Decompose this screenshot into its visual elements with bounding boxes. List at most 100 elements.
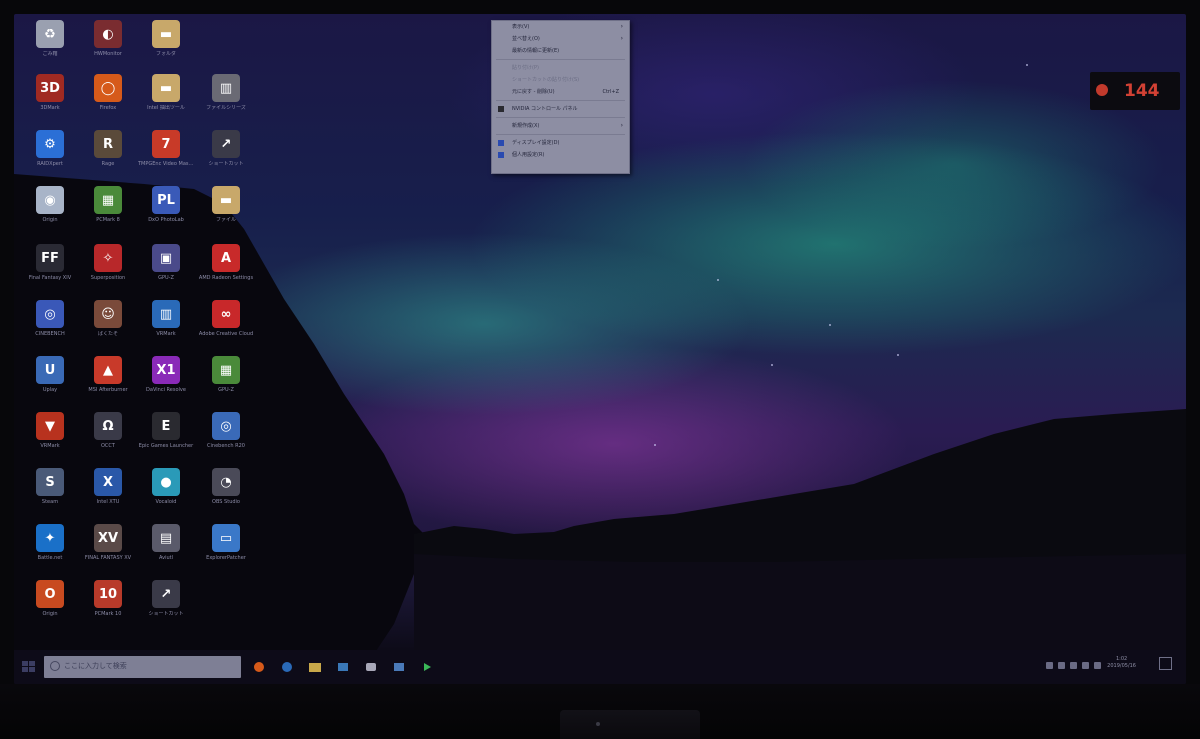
pcmark-icon[interactable]: ▦ PCMark 8 (80, 186, 136, 223)
xtu-icon[interactable]: X Intel XTU (80, 468, 136, 505)
volume-icon[interactable] (1082, 662, 1089, 669)
app-icon[interactable]: ☺ ぱくたそ (80, 300, 136, 337)
clock-time: 1:02 (1115, 656, 1128, 662)
taskbar-search-box[interactable]: ここに入力して検索 (44, 656, 241, 678)
app-taskbar-icon[interactable] (334, 658, 352, 676)
dxo-icon[interactable]: PL DxO PhotoLab (138, 186, 194, 223)
folder-icon[interactable]: ▬ Intel 抽出ツール (138, 74, 194, 111)
icon-label: GPU-Z (158, 275, 174, 281)
shortcut-icon[interactable]: ↗ ショートカット (138, 580, 194, 617)
menu-item-label: 新規作成(X) (512, 123, 540, 129)
icon-label: VRMark (156, 331, 176, 337)
battlenet-icon[interactable]: ✦ Battle.net (22, 524, 78, 561)
chevron-right-icon: › (620, 122, 623, 129)
app-icon[interactable]: R Rage (80, 130, 136, 167)
firefox-taskbar-icon[interactable] (250, 658, 268, 676)
3dmark-icon[interactable]: 3D 3DMark (22, 74, 78, 111)
menu-item-nvidia-control-panel[interactable]: NVIDIA コントロール パネル (492, 103, 629, 115)
icon-label: Firefox (99, 105, 117, 111)
ffxv-icon[interactable]: XV FINAL FANTASY XV (80, 524, 136, 561)
menu-item-personalize[interactable]: 個人用設定(R) (492, 149, 629, 161)
menu-separator (496, 59, 625, 60)
menu-item-label: 個人用設定(R) (512, 152, 545, 158)
cinebench-icon[interactable]: ◎ CINEBENCH (22, 300, 78, 337)
occt-icon[interactable]: Ω OCCT (80, 412, 136, 449)
resolve-icon[interactable]: X1 DaVinci Resolve (138, 356, 194, 393)
vrmark-icon[interactable]: ▼ VRMark (22, 412, 78, 449)
menu-item-label: 最新の情報に更新(E) (512, 48, 560, 54)
menu-item-refresh[interactable]: 最新の情報に更新(E) (492, 45, 629, 57)
settings-gear-icon[interactable]: ⚙ RAIDXpert (22, 130, 78, 167)
cinebench2-icon[interactable]: ◎ Cinebench R20 (198, 412, 254, 449)
menu-item-sort[interactable]: 並べ替え(O) › (492, 33, 629, 45)
explorer-icon[interactable]: ▭ ExplorerPatcher (198, 524, 254, 561)
recycle-bin-icon[interactable]: ♻ ごみ箱 (22, 20, 78, 57)
firefox-icon[interactable]: ◯ Firefox (80, 74, 136, 111)
origin-icon[interactable]: O Origin (22, 580, 78, 617)
icon-label: AMD Radeon Settings (198, 275, 254, 281)
chat-taskbar-icon[interactable] (362, 658, 380, 676)
icon-label: ぱくたそ (97, 331, 118, 337)
folder-icon[interactable]: ▬ フォルダ (138, 20, 194, 57)
display-icon (498, 140, 504, 146)
ime-icon[interactable] (1094, 662, 1101, 669)
clock-date: 2019/05/16 (1107, 663, 1136, 669)
taskbar-clock[interactable]: 1:02 2019/05/16 (1107, 656, 1136, 670)
adobe-icon[interactable]: ∞ Adobe Creative Cloud (198, 300, 254, 337)
windows-logo-icon (29, 667, 35, 672)
icon-label: GPU-Z (218, 387, 234, 393)
store-taskbar-icon[interactable] (390, 658, 408, 676)
menu-item-undo-delete[interactable]: 元に戻す - 削除(U) Ctrl+Z (492, 86, 629, 98)
taskbar: ここに入力して検索 1:02 2019/05/16 (14, 650, 1186, 684)
icon-label: PCMark 8 (96, 217, 120, 223)
edge-taskbar-icon[interactable] (278, 658, 296, 676)
afterburner-icon[interactable]: ▲ MSI Afterburner (80, 356, 136, 393)
onedrive-icon[interactable] (1058, 662, 1065, 669)
icon-label: PCMark 10 (94, 611, 122, 617)
hwmonitor-icon[interactable]: ◐ HWMonitor (80, 20, 136, 57)
menu-separator (496, 117, 625, 118)
notification-icon[interactable] (1159, 657, 1172, 670)
film-icon[interactable]: ▥ ファイルシリーズ (198, 74, 254, 111)
menu-item-paste: 貼り付け(P) (492, 62, 629, 74)
icon-label: Superposition (90, 275, 126, 281)
gpuz-icon[interactable]: ▣ GPU-Z (138, 244, 194, 281)
epic-icon[interactable]: E Epic Games Launcher (138, 412, 194, 449)
icon-label: Vocaloid (155, 499, 177, 505)
shortcut-icon[interactable]: ↗ ショートカット (198, 130, 254, 167)
icon-label: Epic Games Launcher (138, 443, 194, 449)
uplay-icon[interactable]: U Uplay (22, 356, 78, 393)
start-button[interactable] (22, 661, 36, 673)
menu-item-display-settings[interactable]: ディスプレイ設定(D) (492, 137, 629, 149)
play-taskbar-icon[interactable] (418, 658, 436, 676)
menu-item-label: 元に戻す - 削除(U) (512, 89, 555, 95)
windows-logo-icon (22, 661, 28, 666)
menu-item-label: ディスプレイ設定(D) (512, 140, 560, 146)
amd-icon[interactable]: A AMD Radeon Settings (198, 244, 254, 281)
file-explorer-taskbar-icon[interactable] (306, 658, 324, 676)
gpuz2-icon[interactable]: ▦ GPU-Z (198, 356, 254, 393)
vrmark2-icon[interactable]: ▥ VRMark (138, 300, 194, 337)
superposition-icon[interactable]: ✧ Superposition (80, 244, 136, 281)
chevron-up-icon[interactable] (1046, 662, 1053, 669)
icon-label: ファイルシリーズ (206, 105, 246, 111)
search-icon (50, 661, 60, 671)
icon-label: OCCT (101, 443, 115, 449)
steam-icon[interactable]: S Steam (22, 468, 78, 505)
ff-icon[interactable]: FF Final Fantasy XIV (22, 244, 78, 281)
windows-logo-icon (22, 667, 28, 672)
menu-item-label: NVIDIA コントロール パネル (512, 106, 578, 112)
tmpgenc-icon[interactable]: 7TMPGEnc Video Mastering Works 7 (138, 130, 194, 167)
vocaloid-icon[interactable]: ● Vocaloid (138, 468, 194, 505)
menu-item-view[interactable]: 表示(V) › (492, 21, 629, 33)
icon-label: DxO PhotoLab (148, 217, 184, 223)
folder-icon[interactable]: ▬ ファイル (198, 186, 254, 223)
pcmark10-icon[interactable]: 10 PCMark 10 (80, 580, 136, 617)
obs-icon[interactable]: ◔ OBS Studio (198, 468, 254, 505)
icon-label: VRMark (40, 443, 60, 449)
menu-item-new[interactable]: 新規作成(X) › (492, 120, 629, 132)
icon-label: FINAL FANTASY XV (84, 555, 132, 561)
aviutl-icon[interactable]: ▤ Aviutl (138, 524, 194, 561)
origin-icon[interactable]: ◉ Origin (22, 186, 78, 223)
network-icon[interactable] (1070, 662, 1077, 669)
